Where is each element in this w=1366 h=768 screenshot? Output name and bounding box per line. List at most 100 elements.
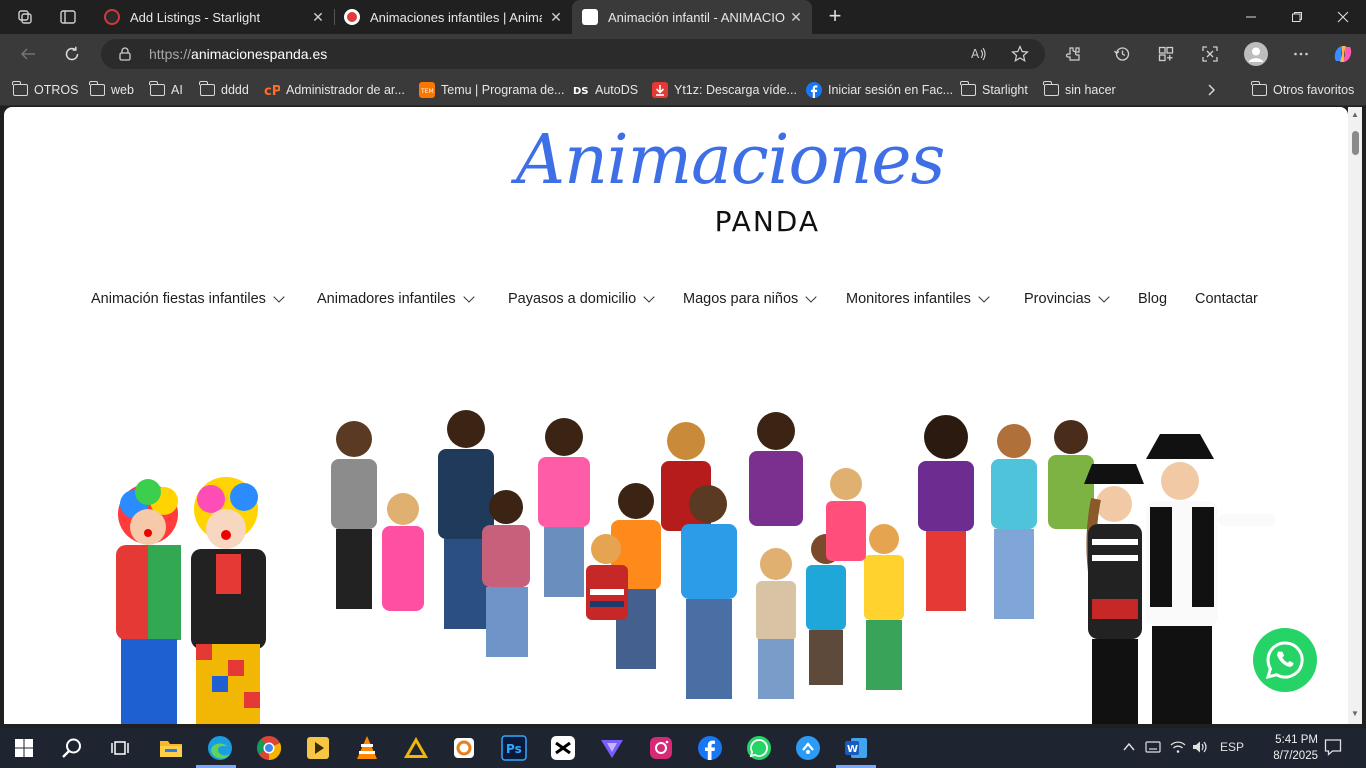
screenshot-icon[interactable] (1199, 43, 1221, 65)
instagram-icon[interactable] (647, 734, 675, 762)
logo-script-text: Animaciones (516, 121, 945, 200)
bookmark-label: OTROS (34, 83, 79, 97)
collections-icon[interactable] (1155, 43, 1177, 65)
language-indicator[interactable]: ESP (1220, 740, 1244, 754)
bookmark-label: Administrador de ar... (286, 83, 405, 97)
bookmark-label: Starlight (982, 83, 1028, 97)
chevron-right-icon[interactable] (1206, 81, 1216, 99)
scroll-up-icon[interactable]: ▲ (1350, 110, 1360, 120)
bookmark-otros[interactable]: OTROS (12, 81, 78, 99)
extensions-icon[interactable] (1062, 43, 1084, 65)
nav-payasos[interactable]: Payasos a domicilio (508, 290, 655, 307)
restore-icon[interactable] (1274, 0, 1320, 34)
tab-animaciones-infantiles[interactable]: Animaciones infantiles | Animadores ✕ (334, 0, 572, 34)
nav-monitores[interactable]: Monitores infantiles (846, 290, 990, 307)
chevron-up-icon[interactable] (1122, 740, 1136, 757)
bookmark-ai[interactable]: AI (149, 81, 183, 99)
system-clock[interactable]: 5:41 PM 8/7/2025 (1273, 732, 1318, 764)
svg-text:W: W (847, 744, 858, 755)
nav-animadores[interactable]: Animadores infantiles (317, 290, 475, 307)
task-view-icon[interactable] (106, 734, 134, 762)
close-tab-icon[interactable]: ✕ (788, 9, 804, 25)
search-icon[interactable] (58, 734, 86, 762)
wifi-icon[interactable] (1170, 740, 1186, 757)
logo-panda-text: PANDA (714, 205, 820, 238)
new-tab-icon[interactable]: + (824, 5, 846, 27)
nav-blog[interactable]: Blog (1138, 291, 1167, 307)
back-icon[interactable] (17, 43, 39, 65)
url-text[interactable]: https://animacionespanda.es (149, 46, 327, 62)
page-viewport: Animaciones PANDA Animación fiestas infa… (4, 107, 1348, 724)
page-scrollbar[interactable]: ▲ ▼ (1348, 107, 1362, 724)
facebook-taskbar-icon[interactable] (696, 734, 724, 762)
keyboard-icon[interactable] (1145, 740, 1161, 757)
tab-animacion-infantil[interactable]: Animación infantil - ANIMACIONES PANDA ✕ (572, 0, 812, 34)
scroll-down-icon[interactable]: ▼ (1350, 709, 1360, 719)
folder-icon (960, 81, 976, 98)
tab-actions-icon[interactable] (57, 6, 79, 28)
autocad-icon[interactable] (402, 734, 430, 762)
read-aloud-icon[interactable]: A (969, 44, 989, 64)
notifications-icon[interactable] (1324, 738, 1342, 759)
bookmark-sin-hacer[interactable]: sin hacer (1043, 81, 1116, 99)
bookmark-administrador[interactable]: cP Administrador de ar... (264, 81, 405, 99)
nav-label: Provincias (1024, 291, 1091, 307)
workspaces-icon[interactable] (14, 6, 36, 28)
nav-label: Animadores infantiles (317, 291, 456, 307)
chevron-down-icon (978, 290, 990, 303)
capcut-icon[interactable] (549, 734, 577, 762)
scroll-thumb[interactable] (1352, 131, 1359, 155)
bookmark-facebook[interactable]: Iniciar sesión en Fac... (806, 81, 953, 99)
address-bar[interactable]: https://animacionespanda.es A (101, 39, 1045, 69)
bookmark-starlight[interactable]: Starlight (960, 81, 1028, 99)
bookmark-web[interactable]: web (89, 81, 134, 99)
chrome-icon[interactable] (255, 734, 283, 762)
copilot-icon[interactable] (1331, 42, 1355, 66)
pirate-figure (1146, 434, 1276, 724)
bookmark-otros-favoritos[interactable]: Otros favoritos (1251, 81, 1354, 99)
more-menu-icon[interactable] (1290, 43, 1312, 65)
edge-browser-icon[interactable] (206, 734, 234, 762)
svg-text:Ps: Ps (506, 742, 522, 756)
file-explorer-icon[interactable] (157, 734, 185, 762)
main-nav: Animación fiestas infantiles Animadores … (4, 290, 1348, 313)
player-app-icon[interactable] (304, 734, 332, 762)
vlc-icon[interactable] (353, 734, 381, 762)
nav-magos[interactable]: Magos para niños (683, 290, 817, 307)
tab-add-listings[interactable]: Add Listings - Starlight ✕ (94, 0, 334, 34)
nav-label: Contactar (1195, 291, 1258, 307)
app-icon[interactable] (450, 734, 478, 762)
lock-icon[interactable] (117, 46, 133, 62)
whatsapp-button[interactable] (1253, 628, 1317, 692)
profile-avatar-icon[interactable] (1243, 41, 1269, 67)
close-tab-icon[interactable]: ✕ (310, 9, 326, 25)
bookmark-label: AutoDS (595, 83, 639, 97)
children-group (331, 410, 1094, 699)
site-logo[interactable]: Animaciones PANDA (516, 121, 945, 238)
remote-app-icon[interactable] (794, 734, 822, 762)
starlight-favicon-icon (104, 9, 120, 25)
whatsapp-taskbar-icon[interactable] (745, 734, 773, 762)
nav-contactar[interactable]: Contactar (1195, 291, 1258, 307)
bookmark-yt1z[interactable]: Yt1z: Descarga víde... (652, 81, 797, 99)
word-icon[interactable]: W (842, 734, 870, 762)
bookmark-label: Otros favoritos (1273, 83, 1355, 97)
refresh-icon[interactable] (61, 43, 83, 65)
nav-label: Animación fiestas infantiles (91, 291, 266, 307)
nav-provincias[interactable]: Provincias (1024, 290, 1110, 307)
bookmark-autods[interactable]: DS AutoDS (573, 81, 638, 99)
close-tab-icon[interactable]: ✕ (548, 9, 564, 25)
app-triangle-icon[interactable] (598, 734, 626, 762)
close-window-icon[interactable] (1320, 0, 1366, 34)
minimize-icon[interactable] (1228, 0, 1274, 34)
history-icon[interactable] (1111, 43, 1133, 65)
nav-animacion-fiestas[interactable]: Animación fiestas infantiles (91, 290, 285, 307)
photoshop-icon[interactable]: Ps (500, 734, 528, 762)
bookmark-temu[interactable]: TEMU Temu | Programa de... (419, 81, 564, 99)
volume-icon[interactable] (1192, 740, 1208, 757)
browser-toolbar: https://animacionespanda.es A (0, 34, 1366, 74)
favorite-star-icon[interactable] (1010, 44, 1030, 64)
bookmark-dddd[interactable]: dddd (199, 81, 249, 99)
folder-icon (89, 81, 105, 98)
start-windows-icon[interactable] (10, 734, 38, 762)
